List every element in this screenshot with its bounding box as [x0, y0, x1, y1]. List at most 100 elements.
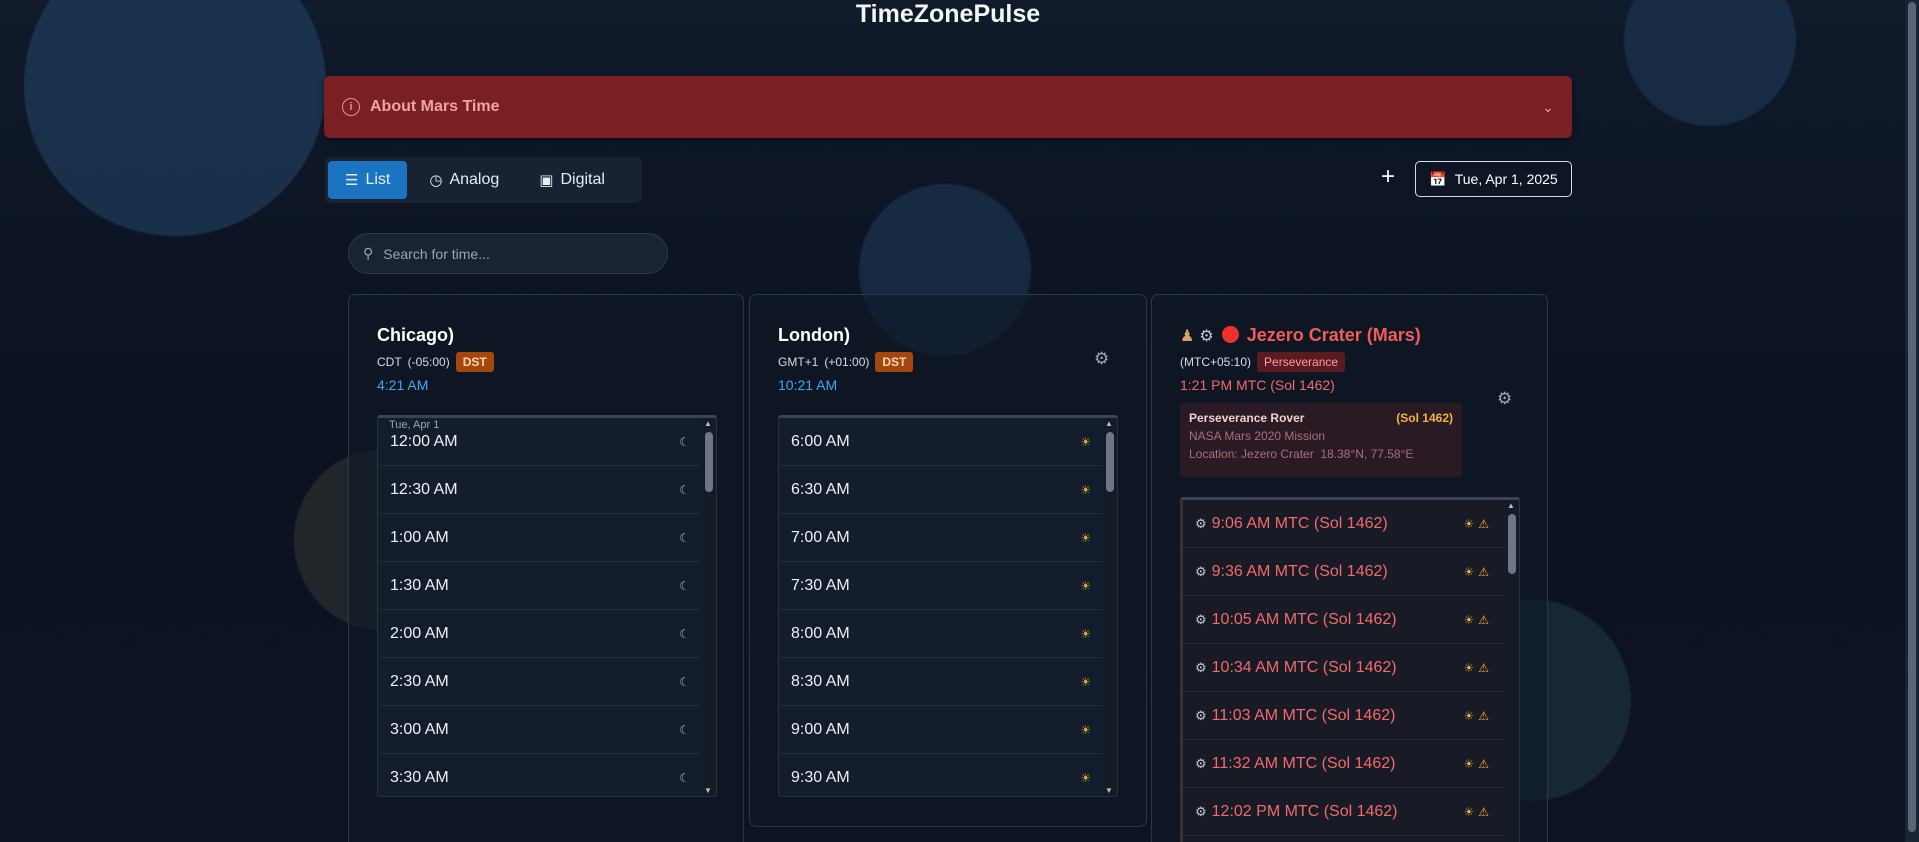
sun-icon: ☀ — [1080, 434, 1091, 449]
page-scrollbar[interactable] — [1905, 0, 1919, 842]
card-title: Chicago) — [377, 325, 455, 345]
view-list-button[interactable]: ☰ List — [328, 161, 408, 199]
time-row[interactable]: 8:30 AM ☀ — [779, 658, 1103, 706]
about-label: About Mars Time — [370, 98, 500, 115]
time-row[interactable]: 6:30 AM ☀ — [779, 466, 1103, 514]
sun-warning-icon: ☀⚠ — [1463, 804, 1493, 819]
list-scrollbar-thumb[interactable] — [1508, 514, 1516, 574]
time-label: 8:00 AM — [791, 624, 850, 642]
view-digital-label: Digital — [560, 171, 605, 188]
date-picker-label: Tue, Apr 1, 2025 — [1454, 171, 1558, 187]
time-row[interactable]: 1:00 AM ☾ — [378, 514, 702, 562]
rover-sol: (Sol 1462) — [1396, 411, 1453, 425]
time-label: 9:36 AM MTC (Sol 1462) — [1211, 562, 1388, 580]
time-row[interactable]: 9:30 AM ☀ — [779, 754, 1103, 796]
scroll-up-icon[interactable]: ▲ — [704, 419, 712, 428]
mars-time-list[interactable]: ⚙ 9:06 AM MTC (Sol 1462) ☀⚠ ⚙ 9:36 AM MTC (S… — [1180, 497, 1520, 842]
time-row[interactable]: 1:30 AM ☾ — [378, 562, 702, 610]
time-list[interactable]: 12:00 AM ☾ 12:30 AM ☾ 1:00 AM ☾ 1:30 AM ☾ 2:00 A… — [377, 415, 717, 797]
time-row[interactable]: 3:30 AM ☾ — [378, 754, 702, 796]
time-label: 9:30 AM — [791, 768, 850, 786]
time-label: 3:00 AM — [390, 720, 449, 738]
list-scrollbar-thumb[interactable] — [1106, 432, 1114, 492]
gear-icon[interactable]: ⚙ — [1497, 389, 1512, 409]
list-icon: ☰ — [345, 172, 359, 189]
current-time: 10:21 AM — [778, 377, 838, 393]
tz-abbr: CDT — [377, 355, 402, 369]
sun-warning-icon: ☀⚠ — [1463, 516, 1493, 531]
timezone-card-mars: ♟ ⚙ Jezero Crater (Mars) (MTC+05:10) Per… — [1151, 294, 1548, 842]
time-row[interactable]: ⚙ 12:02 PM MTC (Sol 1462) ☀⚠ — [1183, 788, 1505, 836]
timezone-card-chicago: Chicago) CDT (-05:00) DST 4:21 AM 12:00 … — [348, 294, 744, 842]
list-scrollbar-thumb[interactable] — [705, 432, 713, 492]
view-analog-label: Analog — [449, 171, 500, 188]
time-row[interactable]: 2:30 AM ☾ — [378, 658, 702, 706]
card-meta: GMT+1 (+01:00) DST — [778, 352, 914, 372]
clock-icon: ◷ — [429, 172, 443, 189]
view-list-label: List — [365, 171, 391, 188]
sun-icon: ☀ — [1080, 578, 1091, 593]
sun-warning-icon: ☀⚠ — [1463, 660, 1493, 675]
time-label: 9:06 AM MTC (Sol 1462) — [1211, 514, 1388, 532]
search-icon: ⚲ — [363, 245, 374, 261]
moon-icon: ☾ — [679, 578, 690, 593]
time-row[interactable]: 3:00 AM ☾ — [378, 706, 702, 754]
scroll-down-icon[interactable]: ▼ — [704, 786, 712, 795]
time-label: 8:30 AM — [791, 672, 850, 690]
time-row[interactable]: ⚙ 10:34 AM MTC (Sol 1462) ☀⚠ — [1183, 644, 1505, 692]
timezone-card-london: London) GMT+1 (+01:00) DST ⚙ 10:21 AM 6:… — [749, 294, 1147, 827]
time-label: 12:02 PM MTC (Sol 1462) — [1211, 802, 1398, 820]
tz-offset: (MTC+05:10) — [1180, 355, 1252, 369]
time-row[interactable]: 7:00 AM ☀ — [779, 514, 1103, 562]
list-scrollbar[interactable]: ▲ ▼ — [1103, 418, 1117, 796]
rover-location-text: Location: Jezero Crater — [1189, 447, 1314, 461]
about-mars-time-toggle[interactable]: i About Mars Time ⌄ — [324, 76, 1572, 138]
rover-icon: ⚙ — [1195, 563, 1207, 579]
rover-name: Perseverance Rover — [1189, 411, 1305, 425]
sun-icon: ☀ — [1080, 626, 1091, 641]
scroll-up-icon[interactable]: ▲ — [1507, 501, 1515, 510]
time-row[interactable]: ⚙ 9:06 AM MTC (Sol 1462) ☀⚠ — [1183, 500, 1505, 548]
time-label: 12:30 AM — [390, 480, 458, 498]
current-time: 1:21 PM MTC (Sol 1462) — [1180, 377, 1335, 393]
add-timezone-button[interactable]: + — [1376, 165, 1400, 190]
list-scrollbar[interactable]: ▲ ▼ — [702, 418, 716, 796]
scroll-down-icon[interactable]: ▼ — [1105, 786, 1113, 795]
time-row[interactable]: ⚙ 9:36 AM MTC (Sol 1462) ☀⚠ — [1183, 548, 1505, 596]
card-meta: CDT (-05:00) DST — [377, 352, 494, 372]
time-label: 1:00 AM — [390, 528, 449, 546]
view-analog-button[interactable]: ◷ Analog — [411, 161, 517, 199]
time-row[interactable]: ⚙ 11:03 AM MTC (Sol 1462) ☀⚠ — [1183, 692, 1505, 740]
date-picker-button[interactable]: 📅 Tue, Apr 1, 2025 — [1415, 161, 1572, 197]
dst-badge: DST — [875, 352, 914, 372]
search-input[interactable] — [383, 245, 624, 262]
sun-icon: ☀ — [1080, 722, 1091, 737]
time-row[interactable]: 6:00 AM ☀ — [779, 418, 1103, 466]
time-row[interactable]: 9:00 AM ☀ — [779, 706, 1103, 754]
time-row[interactable]: ⚙ 10:05 AM MTC (Sol 1462) ☀⚠ — [1183, 596, 1505, 644]
time-list[interactable]: 6:00 AM ☀ 6:30 AM ☀ 7:00 AM ☀ 7:30 AM ☀ 8:00 AM ☀… — [778, 415, 1118, 797]
view-digital-button[interactable]: ▣ Digital — [521, 161, 623, 199]
moon-icon: ☾ — [679, 434, 690, 449]
time-row[interactable]: 12:30 AM ☾ — [378, 466, 702, 514]
sun-icon: ☀ — [1080, 530, 1091, 545]
app-title: TimeZonePulse — [855, 0, 1041, 28]
sun-icon: ☀ — [1080, 674, 1091, 689]
dst-badge: DST — [455, 352, 494, 372]
scroll-up-icon[interactable]: ▲ — [1105, 419, 1113, 428]
time-label: 11:32 AM MTC (Sol 1462) — [1211, 754, 1396, 772]
time-label: 6:00 AM — [791, 432, 850, 450]
time-row[interactable]: 8:00 AM ☀ — [779, 610, 1103, 658]
rover-icon: ⚙ — [1195, 659, 1207, 675]
time-row[interactable]: 7:30 AM ☀ — [779, 562, 1103, 610]
page-scrollbar-thumb[interactable] — [1908, 2, 1916, 832]
sun-icon: ☀ — [1080, 482, 1091, 497]
gear-icon[interactable]: ⚙ — [1094, 349, 1109, 369]
time-row[interactable]: 2:00 AM ☾ — [378, 610, 702, 658]
moon-icon: ☾ — [679, 482, 690, 497]
time-row[interactable]: ⚙ 11:32 AM MTC (Sol 1462) ☀⚠ — [1183, 740, 1505, 788]
time-label: 9:00 AM — [791, 720, 850, 738]
list-scrollbar[interactable]: ▲ ▼ — [1505, 500, 1519, 842]
moon-icon: ☾ — [679, 770, 690, 785]
time-label: 7:30 AM — [791, 576, 850, 594]
